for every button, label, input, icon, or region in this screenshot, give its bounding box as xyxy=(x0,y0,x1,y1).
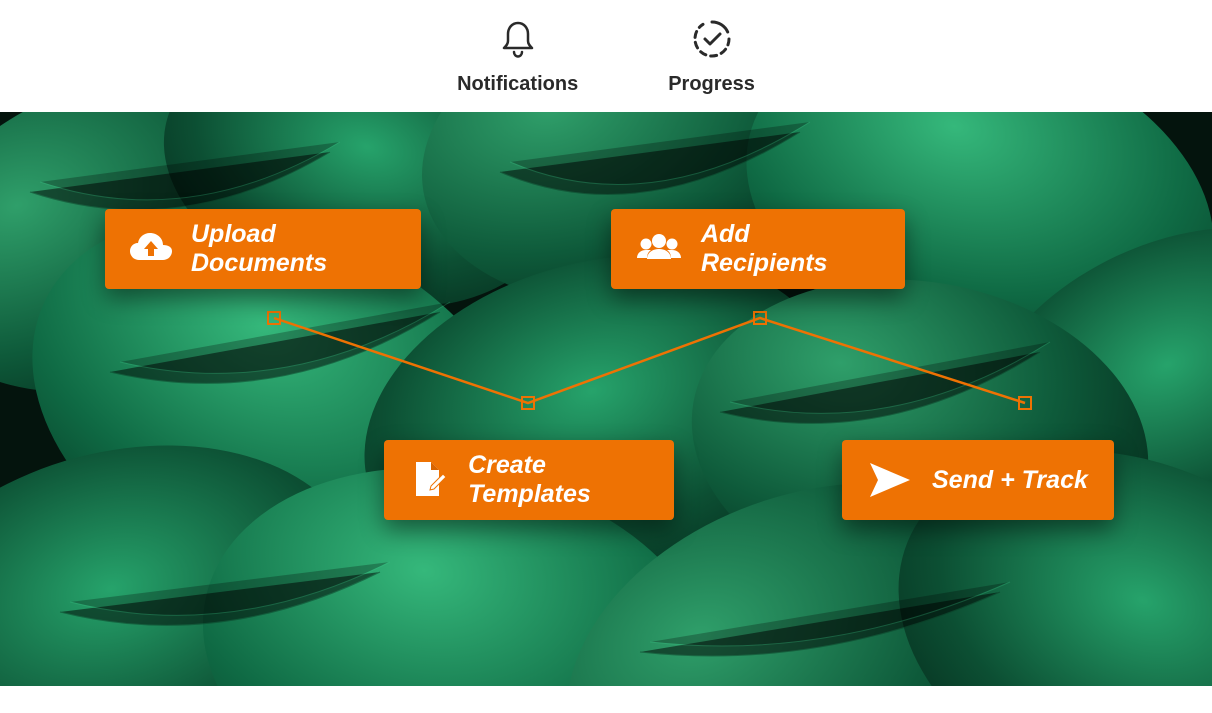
progress-label: Progress xyxy=(668,73,755,96)
cloud-upload-icon xyxy=(129,231,173,267)
notifications-label: Notifications xyxy=(457,73,578,96)
add-recipients-label: Add Recipients xyxy=(701,220,881,278)
bell-icon xyxy=(499,17,537,61)
top-bar: Notifications Progress xyxy=(0,0,1212,112)
upload-documents-label: Upload Documents xyxy=(191,220,397,278)
notifications-button[interactable]: Notifications xyxy=(457,17,578,96)
users-icon xyxy=(635,231,683,267)
add-recipients-button[interactable]: Add Recipients xyxy=(611,209,905,289)
hero-section: Upload Documents Add Recipients Create T… xyxy=(0,112,1212,686)
document-edit-icon xyxy=(408,460,450,500)
background-leaves xyxy=(0,112,1212,686)
send-icon xyxy=(866,461,914,499)
upload-documents-button[interactable]: Upload Documents xyxy=(105,209,421,289)
progress-button[interactable]: Progress xyxy=(668,17,755,96)
create-templates-label: Create Templates xyxy=(468,451,650,509)
send-track-button[interactable]: Send + Track xyxy=(842,440,1114,520)
send-track-label: Send + Track xyxy=(932,466,1088,495)
create-templates-button[interactable]: Create Templates xyxy=(384,440,674,520)
progress-icon xyxy=(691,17,733,61)
